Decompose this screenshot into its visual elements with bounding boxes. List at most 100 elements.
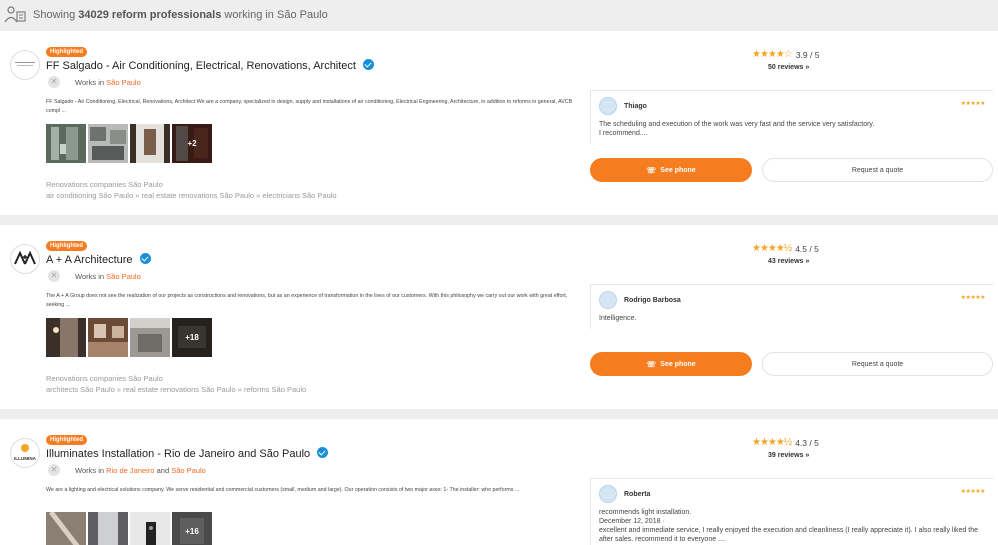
results-count: Showing 34029 reform professionals worki… <box>33 9 328 21</box>
location-joiner: and <box>156 466 170 475</box>
photo-thumbnail[interactable] <box>46 124 86 163</box>
company-title-text[interactable]: FF Salgado - Air Conditioning, Electrica… <box>46 60 356 72</box>
request-quote-button[interactable]: Request a quote <box>762 158 993 182</box>
company-logo[interactable]: ILLUMINA <box>10 438 40 468</box>
photo-thumbnail-more[interactable]: +2 <box>172 124 212 163</box>
rating-summary: ★★★★☆ 3.9 / 5 50 reviews » <box>752 49 852 71</box>
professionals-icon <box>4 6 26 23</box>
photo-strip: +18 <box>46 318 212 357</box>
photo-thumbnail[interactable] <box>130 124 170 163</box>
works-in: Works in São Paulo <box>75 78 141 87</box>
photo-thumbnail-more[interactable]: +16 <box>172 512 212 545</box>
photo-strip: +2 <box>46 124 212 163</box>
see-phone-label: See phone <box>660 360 696 368</box>
company-title-text[interactable]: A + A Architecture <box>46 254 133 266</box>
rating-stars-icon: ★★★★½ <box>752 243 792 254</box>
no-image-icon: ✕ <box>48 464 60 476</box>
a-plus-a-logo-icon <box>14 250 36 265</box>
company-title[interactable]: FF Salgado - Air Conditioning, Electrica… <box>46 59 374 72</box>
photo-thumbnail[interactable] <box>130 318 170 357</box>
highlighted-badge: Highlighted <box>46 47 87 57</box>
category-link[interactable]: Renovations companies São Paulo <box>46 373 306 384</box>
illumina-logo-icon: ILLUMINA <box>14 444 37 461</box>
see-phone-button[interactable]: ☏ See phone <box>590 158 752 182</box>
review-more-link[interactable]: I recommend.... <box>599 129 985 138</box>
more-photos-count[interactable]: +18 <box>172 318 212 357</box>
review-date: December 12, 2018 · <box>599 518 665 525</box>
location-link[interactable]: São Paulo <box>171 466 206 475</box>
photo-thumbnail[interactable] <box>46 318 86 357</box>
results-count-value: 34029 reform professionals <box>78 9 222 21</box>
works-in: Works in Rio de Janeiro and São Paulo <box>75 466 206 475</box>
rating-stars-icon: ★★★★½ <box>752 437 792 448</box>
reviewer-avatar <box>599 291 617 309</box>
rating-stars-icon: ★★★★☆ <box>752 49 793 60</box>
photo-thumbnail[interactable] <box>88 512 128 545</box>
more-photos-count[interactable]: +16 <box>172 512 212 545</box>
reviewer-avatar <box>599 485 617 503</box>
review-snippet: Rodrigo Barbosa ★★★★★ Intelligence. <box>590 284 993 329</box>
listing-card: Highlighted A + A Architecture ✕ Works i… <box>0 225 998 409</box>
review-snippet: Thiago ★★★★★ The scheduling and executio… <box>590 90 993 144</box>
company-description: The A + A Group does not see the realiza… <box>46 293 568 308</box>
tag-links[interactable]: architects São Paulo » real estate renov… <box>46 384 306 395</box>
reviewer-avatar <box>599 97 617 115</box>
review-stars-icon: ★★★★★ <box>960 101 986 107</box>
works-in: Works in São Paulo <box>75 272 141 281</box>
review-snippet: Roberta ★★★★★ recommends light installat… <box>590 478 993 545</box>
category-link[interactable]: Renovations companies São Paulo <box>46 179 337 190</box>
company-logo[interactable] <box>10 244 40 274</box>
company-title-text[interactable]: Illuminates Installation - Rio de Janeir… <box>46 448 310 460</box>
photo-thumbnail-more[interactable]: +18 <box>172 318 212 357</box>
works-in-label: Works in <box>75 78 105 87</box>
review-text: recommends light installation. <box>599 509 692 516</box>
review-text: The scheduling and execution of the work… <box>599 121 875 128</box>
location-link[interactable]: São Paulo <box>106 272 141 281</box>
illumina-logo-text: ILLUMINA <box>14 456 37 461</box>
review-stars-icon: ★★★★★ <box>960 295 986 301</box>
review-stars-icon: ★★★★★ <box>960 489 986 495</box>
company-title[interactable]: A + A Architecture <box>46 253 151 266</box>
company-description: FF Salgado - Air Conditioning, Electrica… <box>46 99 573 114</box>
location-link[interactable]: São Paulo <box>106 78 141 87</box>
photo-strip: +16 <box>46 512 212 545</box>
company-title[interactable]: Illuminates Installation - Rio de Janeir… <box>46 447 329 460</box>
no-image-icon: ✕ <box>48 270 60 282</box>
photo-thumbnail[interactable] <box>46 512 86 545</box>
more-photos-count[interactable]: +2 <box>172 124 212 163</box>
ff-salgado-logo-icon <box>15 62 35 66</box>
reviewer-name: Thiago <box>624 102 647 110</box>
see-phone-button[interactable]: ☏ See phone <box>590 352 752 376</box>
request-quote-button[interactable]: Request a quote <box>762 352 993 376</box>
reviews-link[interactable]: 39 reviews » <box>768 452 852 459</box>
results-header: Showing 34029 reform professionals worki… <box>0 0 998 31</box>
rating-value: 4.5 / 5 <box>795 243 819 254</box>
company-logo[interactable] <box>10 50 40 80</box>
works-in-label: Works in <box>75 272 105 281</box>
verified-icon <box>317 447 329 458</box>
photo-thumbnail[interactable] <box>88 124 128 163</box>
no-image-icon: ✕ <box>48 76 60 88</box>
category-links: Renovations companies São Paulo architec… <box>46 373 306 395</box>
tag-links[interactable]: air conditioning São Paulo » real estate… <box>46 190 337 201</box>
listing-card: Highlighted FF Salgado - Air Conditionin… <box>0 31 998 215</box>
phone-icon: ☏ <box>646 165 657 175</box>
phone-icon: ☏ <box>646 359 657 369</box>
see-phone-label: See phone <box>660 166 696 174</box>
photo-thumbnail[interactable] <box>130 512 170 545</box>
reviews-link[interactable]: 43 reviews » <box>768 258 852 265</box>
verified-icon <box>139 253 151 264</box>
reviews-link[interactable]: 50 reviews » <box>768 64 852 71</box>
photo-thumbnail[interactable] <box>88 318 128 357</box>
results-suffix: working in São Paulo <box>224 9 328 21</box>
reviewer-name: Roberta <box>624 490 651 498</box>
category-links: Renovations companies São Paulo air cond… <box>46 179 337 201</box>
verified-icon <box>362 59 374 70</box>
review-more-text: excellent and immediate service, I reall… <box>599 527 978 543</box>
rating-value: 3.9 / 5 <box>795 49 820 60</box>
works-in-label: Works in <box>75 466 105 475</box>
rating-summary: ★★★★½ 4.5 / 5 43 reviews » <box>752 243 852 265</box>
listing-card: ILLUMINA Highlighted Illuminates Install… <box>0 419 998 545</box>
location-link[interactable]: Rio de Janeiro <box>106 466 154 475</box>
rating-value: 4.3 / 5 <box>795 437 819 448</box>
